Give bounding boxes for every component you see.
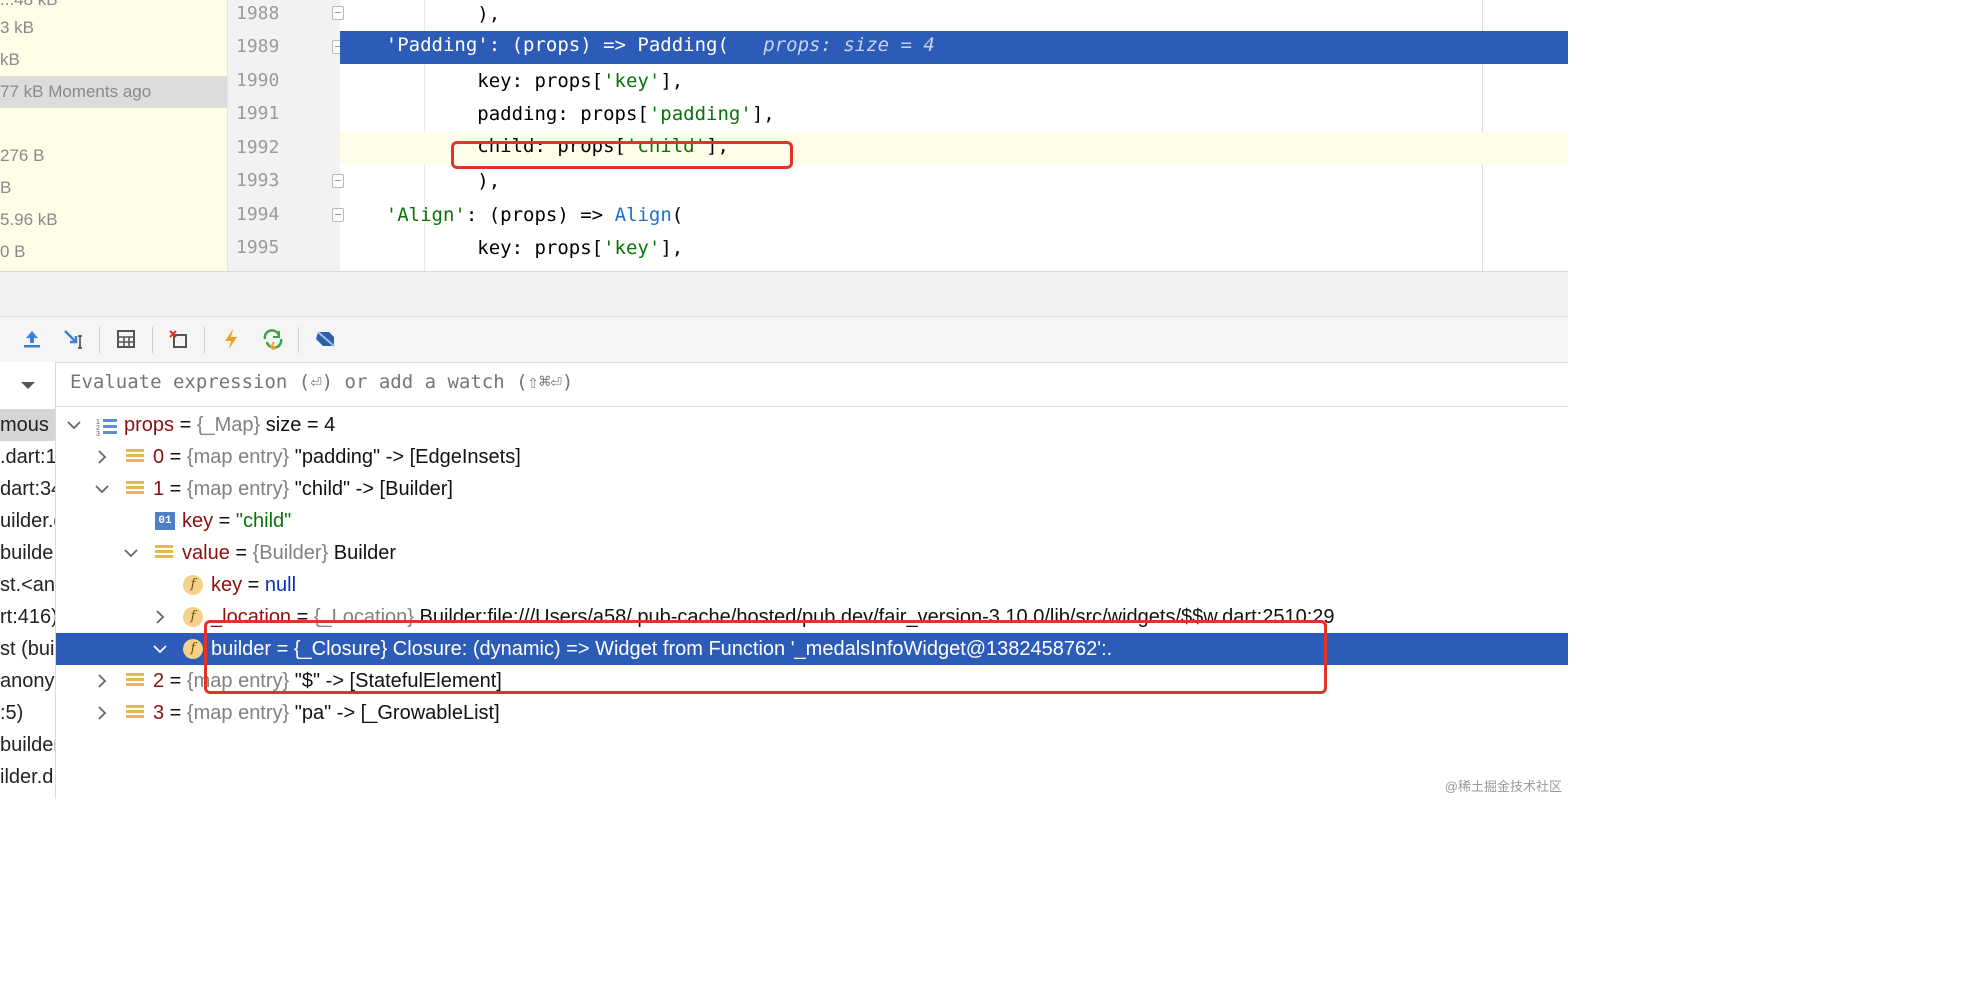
tree-row-entry-1[interactable]: 1 = {map entry} "child" -> [Builder] bbox=[56, 473, 1568, 505]
tree-row-key[interactable]: 01 key = "child" bbox=[56, 505, 1568, 537]
code-line-current: child: props['child'], bbox=[340, 132, 1568, 165]
watermark: @稀土掘金技术社区 bbox=[1444, 779, 1562, 794]
inline-debug-hint: props: size = 4 bbox=[763, 34, 935, 56]
dart-devtools-icon[interactable] bbox=[310, 325, 340, 353]
frame-item[interactable]: anony bbox=[0, 665, 55, 697]
variables-tree: 123 props = {_Map} size = 4 0 = {map ent… bbox=[56, 408, 1568, 799]
frame-item[interactable]: dart:34 bbox=[0, 473, 55, 505]
tree-row-value-key[interactable]: f key = null bbox=[56, 569, 1568, 601]
collapse-chevron-icon[interactable] bbox=[94, 473, 110, 505]
hot-restart-icon[interactable] bbox=[258, 325, 288, 353]
line-number: 1994 bbox=[236, 204, 280, 225]
drop-frame-icon[interactable] bbox=[163, 325, 193, 353]
frame-item[interactable]: builder bbox=[0, 729, 55, 761]
file-row[interactable]: 5.96 kB bbox=[0, 204, 227, 236]
frame-item[interactable]: st.<an bbox=[0, 569, 55, 601]
expand-chevron-icon[interactable] bbox=[152, 601, 168, 633]
file-row-selected[interactable]: 77 kB Moments ago bbox=[0, 76, 227, 108]
tree-row-builder-selected[interactable]: f builder = {_Closure} Closure: (dynamic… bbox=[56, 633, 1568, 665]
line-number: 1990 bbox=[236, 70, 280, 91]
frame-item[interactable]: ilder.d bbox=[0, 761, 55, 793]
evaluate-expression-input[interactable] bbox=[68, 370, 872, 394]
frames-panel: mous .dart:1 dart:34 uilder.d builde st.… bbox=[0, 362, 56, 799]
file-row[interactable]: B bbox=[0, 172, 227, 204]
tree-row-location[interactable]: f _location = {_Location} Builder:file:/… bbox=[56, 601, 1568, 633]
frame-item[interactable]: uilder.d bbox=[0, 505, 55, 537]
collapse-chevron-icon[interactable] bbox=[66, 409, 82, 441]
expand-chevron-icon[interactable] bbox=[94, 665, 110, 697]
line-number: 1991 bbox=[236, 103, 280, 124]
code-line: ), bbox=[340, 170, 501, 192]
frame-item[interactable]: rt:416) bbox=[0, 601, 55, 633]
list-numbered-icon: 123 bbox=[96, 415, 117, 438]
toolbar-separator bbox=[99, 327, 100, 353]
code-line: padding: props['padding'], bbox=[431, 103, 775, 125]
line-gutter[interactable]: 1988 1989 1990 1991 1992 1993 1994 1995 bbox=[228, 0, 340, 271]
line-number: 1992 bbox=[236, 137, 280, 158]
tree-row-entry-0[interactable]: 0 = {map entry} "padding" -> [EdgeInsets… bbox=[56, 441, 1568, 473]
expand-chevron-icon[interactable] bbox=[94, 697, 110, 729]
code-area[interactable]: ), 'Padding': (props) => Padding( props:… bbox=[340, 0, 1568, 271]
fields-icon bbox=[126, 481, 144, 497]
frame-item[interactable]: builde bbox=[0, 537, 55, 569]
frame-item-selected[interactable]: mous bbox=[0, 409, 55, 441]
code-line: 'Align': (props) => Align( bbox=[385, 204, 684, 226]
line-number: 1989 bbox=[236, 36, 280, 57]
step-out-icon[interactable] bbox=[17, 325, 47, 353]
code-line-execution-point: 'Padding': (props) => Padding( props: si… bbox=[340, 31, 1568, 64]
line-number: 1988 bbox=[236, 3, 280, 24]
toolbar-separator bbox=[204, 327, 205, 353]
svg-text:3: 3 bbox=[96, 431, 100, 437]
code-editor[interactable]: 1988 1989 1990 1991 1992 1993 1994 1995 … bbox=[228, 0, 1568, 271]
fields-icon bbox=[155, 545, 173, 561]
code-line: key: props['key'], bbox=[431, 70, 684, 92]
code-line: ), bbox=[340, 3, 501, 25]
fields-icon bbox=[126, 705, 144, 721]
file-row[interactable]: 0 B bbox=[0, 236, 227, 268]
panel-divider[interactable] bbox=[0, 271, 1568, 317]
evaluate-icon[interactable] bbox=[111, 325, 141, 353]
frame-item[interactable]: .dart:1 bbox=[0, 441, 55, 473]
tree-row-entry-3[interactable]: 3 = {map entry} "pa" -> [_GrowableList] bbox=[56, 697, 1568, 729]
collapse-chevron-icon[interactable] bbox=[123, 537, 139, 569]
frame-item[interactable]: :5) bbox=[0, 697, 55, 729]
file-list-panel: ...48 kB 3 kB kB 77 kB Moments ago 276 B… bbox=[0, 0, 228, 271]
expand-chevron-icon[interactable] bbox=[94, 441, 110, 473]
line-number: 1995 bbox=[236, 237, 280, 258]
code-line: key: props['key'], bbox=[431, 237, 684, 259]
file-row[interactable]: kB bbox=[0, 44, 227, 76]
tree-row-value[interactable]: value = {Builder} Builder bbox=[56, 537, 1568, 569]
collapse-chevron-icon[interactable] bbox=[152, 633, 168, 665]
field-f-icon: f bbox=[183, 607, 203, 627]
fields-icon bbox=[126, 673, 144, 689]
field-f-icon: f bbox=[183, 575, 203, 595]
run-to-cursor-icon[interactable] bbox=[59, 325, 89, 353]
frame-item[interactable]: st (bui bbox=[0, 633, 55, 665]
debug-toolbar bbox=[0, 316, 1568, 363]
line-number: 1993 bbox=[236, 170, 280, 191]
fields-icon bbox=[126, 449, 144, 465]
file-row[interactable]: 276 B bbox=[0, 140, 227, 172]
field-f-icon: f bbox=[183, 639, 203, 659]
toolbar-separator bbox=[298, 327, 299, 353]
tree-row-props[interactable]: 123 props = {_Map} size = 4 bbox=[56, 409, 1568, 441]
primitive-01-icon: 01 bbox=[155, 512, 175, 530]
toolbar-separator bbox=[152, 327, 153, 353]
frames-dropdown-chevron-icon[interactable] bbox=[20, 378, 36, 396]
hot-reload-icon[interactable] bbox=[216, 325, 246, 353]
file-row[interactable] bbox=[0, 108, 227, 140]
file-row[interactable]: 3 kB bbox=[0, 12, 227, 44]
tree-row-entry-2[interactable]: 2 = {map entry} "$" -> [StatefulElement] bbox=[56, 665, 1568, 697]
evaluate-expression-bar bbox=[56, 362, 1568, 407]
